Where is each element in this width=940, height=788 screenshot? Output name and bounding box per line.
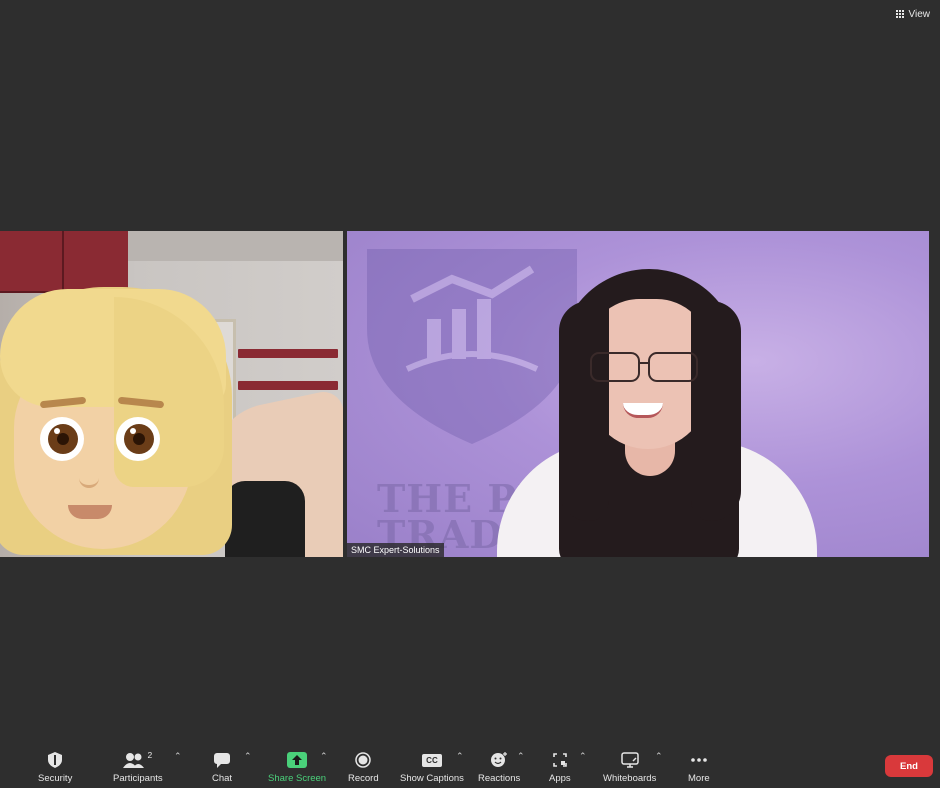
whiteboards-button[interactable]: Whiteboards [603, 750, 656, 784]
share-screen-button[interactable]: Share Screen [268, 750, 326, 784]
show-captions-button[interactable]: CC Show Captions [400, 750, 464, 784]
chevron-up-icon[interactable]: ⌃ [244, 752, 252, 762]
ceiling [128, 231, 343, 261]
chevron-up-icon[interactable]: ⌃ [320, 752, 328, 762]
chevron-up-icon[interactable]: ⌃ [517, 752, 525, 762]
shield-icon [48, 752, 63, 768]
participant-name-tag: SMC Expert-Solutions [347, 543, 444, 557]
participants-icon [123, 753, 145, 768]
record-button[interactable]: Record [348, 750, 379, 784]
view-grid-icon [895, 10, 905, 19]
chat-icon [214, 753, 231, 768]
participant-video-left[interactable] [0, 231, 343, 557]
apps-button[interactable]: Apps [549, 750, 571, 784]
whiteboard-icon [620, 752, 639, 768]
red-cabinet [0, 231, 128, 293]
security-button[interactable]: Security [38, 750, 72, 784]
hair-right [691, 301, 741, 521]
wall-shelf [238, 381, 338, 390]
reaction-icon [491, 752, 508, 767]
cc-icon: CC [422, 753, 442, 767]
view-label: View [908, 9, 931, 20]
record-icon [355, 752, 372, 768]
meeting-toolbar: Security 2 Participants ⌃ Chat ⌃ Share S… [0, 742, 940, 788]
end-meeting-button[interactable]: End [885, 755, 933, 777]
reactions-button[interactable]: Reactions [478, 750, 520, 784]
participants-button[interactable]: 2 Participants [113, 750, 163, 784]
view-button[interactable]: View [895, 9, 931, 20]
dark-shirt [225, 481, 305, 557]
wall-shelf [238, 349, 338, 358]
chat-button[interactable]: Chat [212, 750, 232, 784]
emoji-avatar [0, 287, 234, 557]
apps-icon [553, 753, 567, 767]
academy-crest-logo [367, 249, 577, 444]
chevron-up-icon[interactable]: ⌃ [655, 752, 663, 762]
eyeglasses [590, 352, 698, 382]
participant-video-right[interactable]: THE PRO TRADING ACADEM SMC Expert-Soluti… [347, 231, 929, 557]
chevron-up-icon[interactable]: ⌃ [174, 752, 182, 762]
hair-left [559, 301, 609, 521]
chevron-up-icon[interactable]: ⌃ [456, 752, 464, 762]
share-arrow-icon [287, 752, 308, 768]
chevron-up-icon[interactable]: ⌃ [579, 752, 587, 762]
more-button[interactable]: More [688, 750, 710, 784]
more-dots-icon [691, 758, 707, 762]
